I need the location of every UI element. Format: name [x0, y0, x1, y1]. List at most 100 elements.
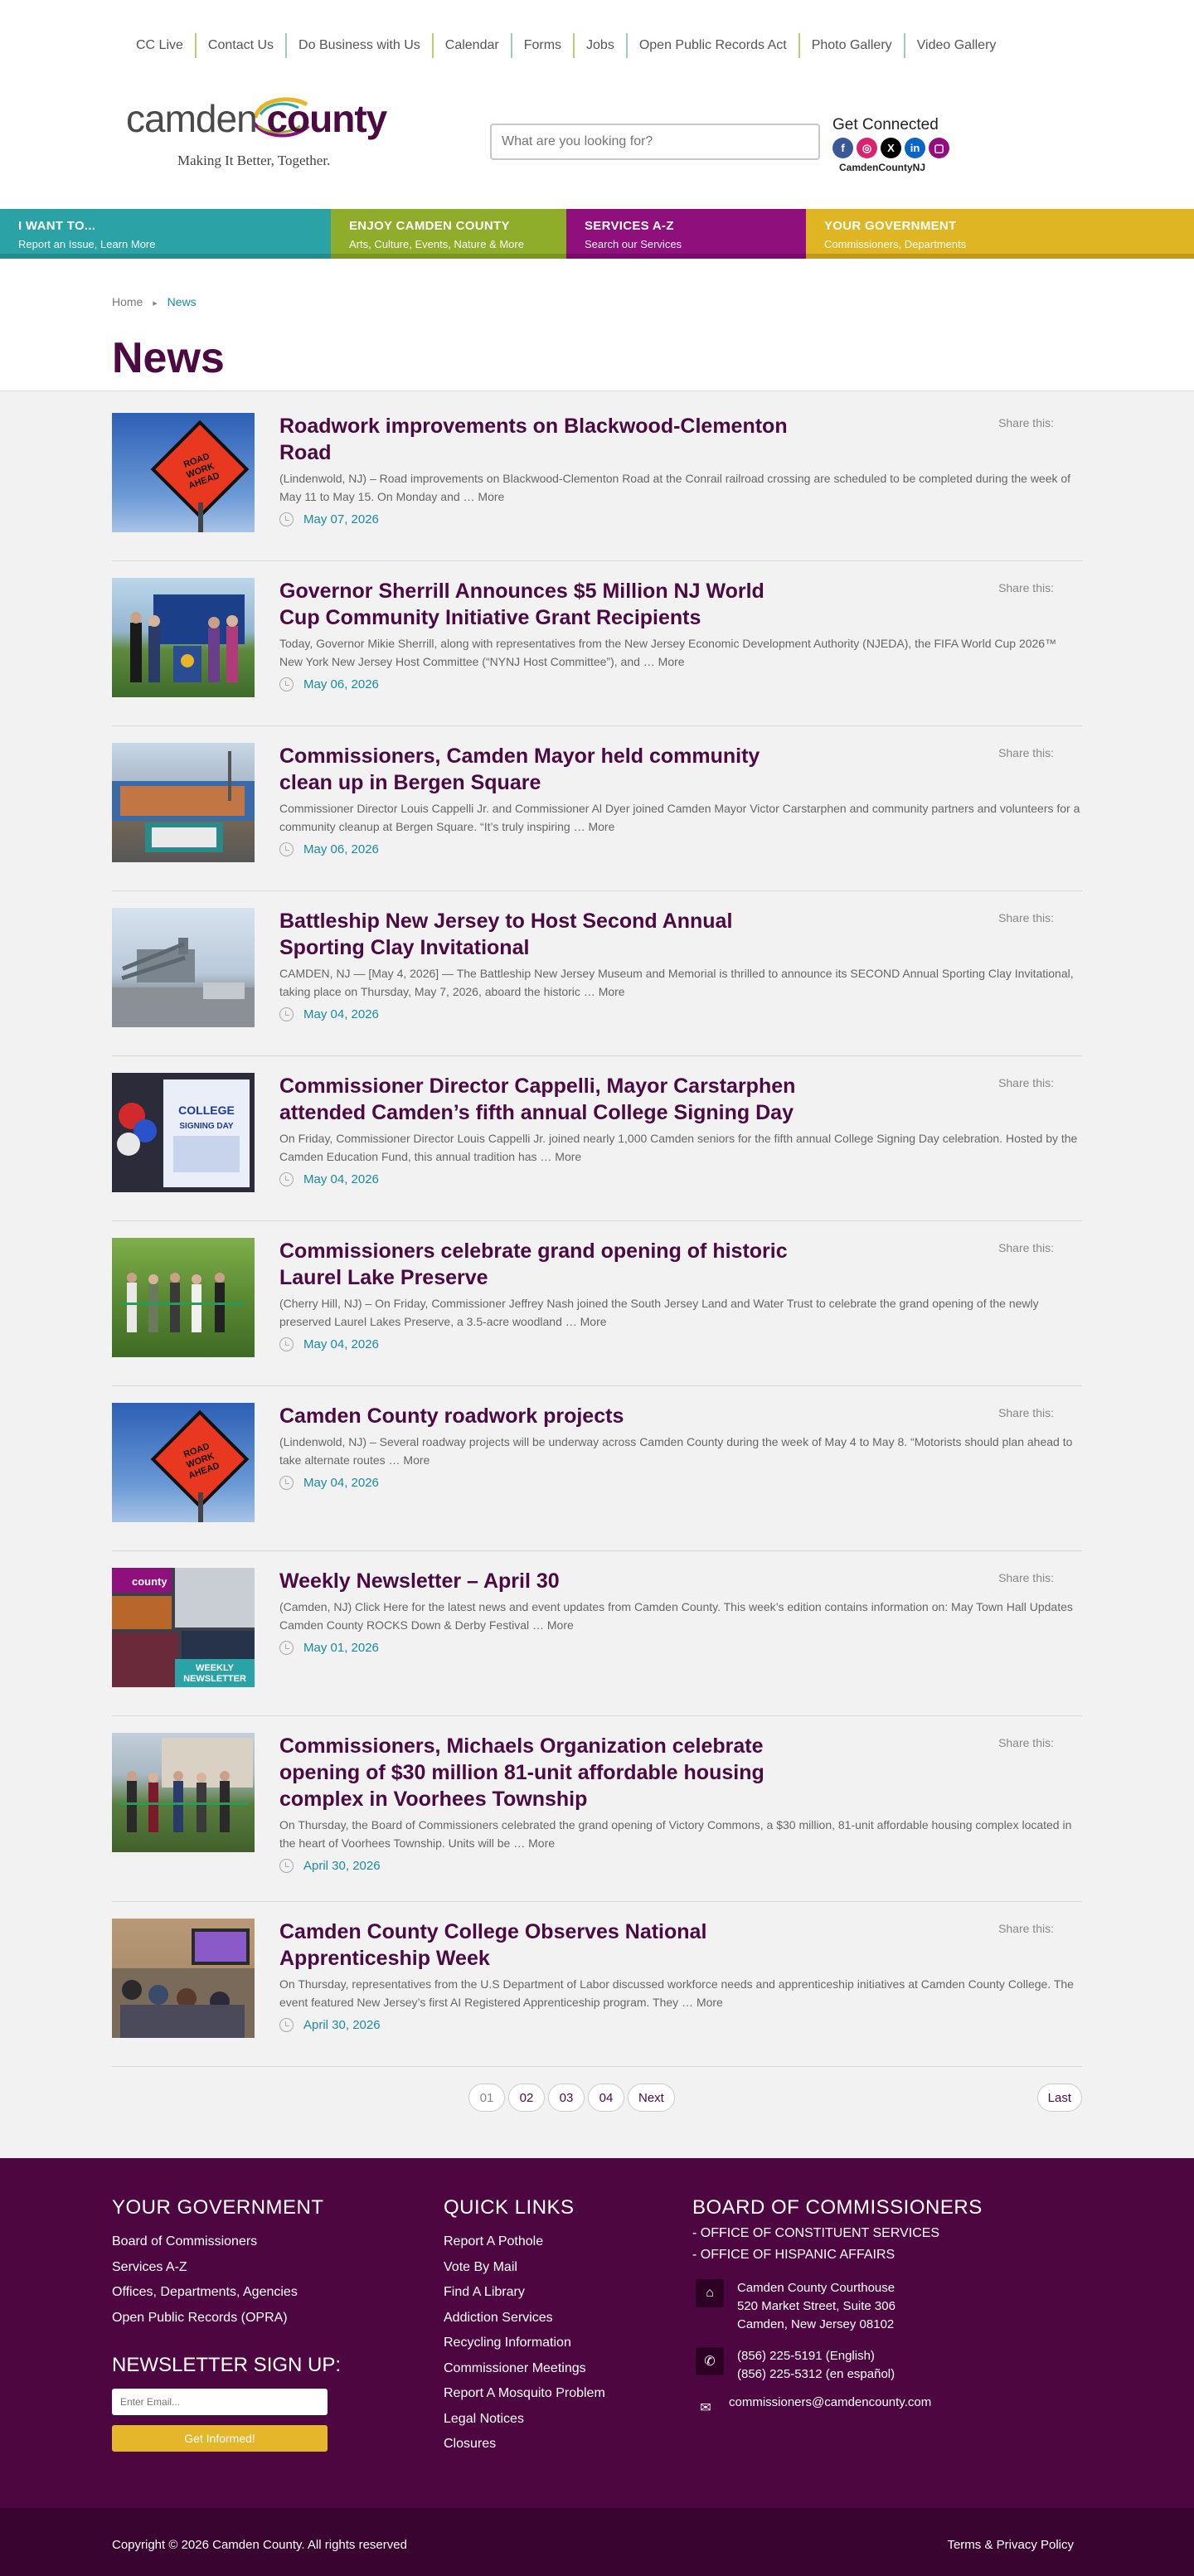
news-thumbnail[interactable]: [112, 1919, 255, 2038]
copyright-text: Copyright © 2026 Camden County. All righ…: [112, 2538, 407, 2552]
nav-enjoy-camden-county[interactable]: ENJOY CAMDEN COUNTY Arts, Culture, Event…: [331, 209, 566, 259]
breadcrumb-home[interactable]: Home: [112, 295, 143, 308]
share-link[interactable]: Share this:: [998, 1736, 1054, 1749]
utility-link-contact-us[interactable]: Contact Us: [197, 33, 288, 58]
news-title[interactable]: Commissioner Director Cappelli, Mayor Ca…: [279, 1075, 795, 1124]
news-excerpt: (Cherry Hill, NJ) – On Friday, Commissio…: [279, 1297, 1039, 1328]
share-link[interactable]: Share this:: [998, 746, 1054, 759]
newsletter-email-input[interactable]: [112, 2389, 328, 2415]
news-thumbnail[interactable]: ROADWORKAHEAD: [112, 1403, 255, 1522]
news-date: May 06, 2026: [303, 842, 379, 856]
utility-link-cc-live[interactable]: CC Live: [124, 33, 197, 58]
news-title[interactable]: Camden County College Observes National …: [279, 1920, 706, 1970]
nav-i-want-to[interactable]: I WANT TO... Report an Issue, Learn More: [0, 209, 331, 259]
footer-heading: QUICK LINKS: [444, 2196, 575, 2219]
news-thumbnail[interactable]: [112, 908, 255, 1027]
news-title[interactable]: Weekly Newsletter – April 30: [279, 1569, 560, 1593]
linkedin-icon[interactable]: in: [905, 138, 925, 158]
footer-link[interactable]: Find A Library: [444, 2285, 525, 2299]
page-link-04[interactable]: 04: [588, 2084, 624, 2112]
news-title[interactable]: Roadwork improvements on Blackwood-Cleme…: [279, 415, 788, 464]
footer-link[interactable]: Report A Pothole: [444, 2234, 543, 2249]
share-link[interactable]: Share this:: [998, 416, 1054, 429]
address-block: ⌂ Camden County Courthouse 520 Market St…: [696, 2279, 983, 2334]
address-line: Camden County Courthouse: [737, 2281, 896, 2295]
share-link[interactable]: Share this:: [998, 1922, 1054, 1935]
email-link[interactable]: commissioners@camdencounty.com: [729, 2394, 931, 2422]
utility-link-do-business[interactable]: Do Business with Us: [287, 33, 434, 58]
page-link-01[interactable]: 01: [468, 2084, 505, 2112]
site-footer: YOUR GOVERNMENT Board of Commissioners S…: [0, 2158, 1194, 2508]
footer-link[interactable]: Closures: [444, 2437, 496, 2451]
nav-title: ENJOY CAMDEN COUNTY: [349, 219, 510, 233]
share-link[interactable]: Share this:: [998, 911, 1054, 924]
utility-link-opra[interactable]: Open Public Records Act: [628, 33, 800, 58]
phone-spanish[interactable]: (856) 225-5312 (en español): [737, 2365, 895, 2384]
nav-services-a-z[interactable]: SERVICES A-Z Search our Services: [566, 209, 806, 259]
facebook-icon[interactable]: f: [832, 138, 853, 158]
nav-your-government[interactable]: YOUR GOVERNMENT Commissioners, Departmen…: [806, 209, 1194, 259]
ribbon-building-image: [119, 1738, 253, 1832]
page-link-03[interactable]: 03: [548, 2084, 585, 2112]
terms-privacy-link[interactable]: Terms & Privacy Policy: [947, 2538, 1074, 2552]
last-page-button[interactable]: Last: [1036, 2084, 1082, 2112]
footer-link[interactable]: Services A-Z: [112, 2260, 187, 2274]
utility-link-video-gallery[interactable]: Video Gallery: [905, 33, 1008, 58]
utility-link-jobs[interactable]: Jobs: [575, 33, 628, 58]
search-input[interactable]: [490, 124, 820, 160]
news-thumbnail[interactable]: [112, 578, 255, 697]
share-link[interactable]: Share this:: [998, 1406, 1054, 1419]
news-title[interactable]: Commissioners, Camden Mayor held communi…: [279, 745, 760, 794]
constituent-services-link[interactable]: - OFFICE OF CONSTITUENT SERVICES: [692, 2226, 939, 2240]
footer-link[interactable]: Open Public Records (OPRA): [112, 2311, 288, 2325]
newsletter-signup: NEWSLETTER SIGN UP: Get Informed!: [112, 2354, 341, 2452]
road-work-sign-image: ROADWORKAHEAD: [150, 420, 250, 532]
news-title[interactable]: Commissioners, Michaels Organization cel…: [279, 1734, 764, 1811]
camden-county-logo[interactable]: camden county Making It Better, Together…: [124, 93, 398, 176]
news-excerpt: On Friday, Commissioner Director Louis C…: [279, 1132, 1078, 1163]
news-title[interactable]: Governor Sherrill Announces $5 Million N…: [279, 580, 764, 629]
news-thumbnail[interactable]: county WEEKLY NEWSLETTER: [112, 1568, 255, 1687]
share-link[interactable]: Share this:: [998, 1076, 1054, 1089]
breadcrumb: Home ▸ News: [112, 295, 1194, 308]
utility-link-photo-gallery[interactable]: Photo Gallery: [800, 33, 905, 58]
podcast-icon[interactable]: ▢: [929, 138, 949, 158]
share-link[interactable]: Share this:: [998, 1241, 1054, 1254]
nav-title: I WANT TO...: [18, 219, 96, 233]
footer-link[interactable]: Vote By Mail: [444, 2260, 517, 2274]
utility-link-forms[interactable]: Forms: [512, 33, 575, 58]
news-thumbnail[interactable]: [112, 1238, 255, 1357]
news-title[interactable]: Battleship New Jersey to Host Second Ann…: [279, 910, 732, 959]
news-excerpt: (Lindenwold, NJ) – Road improvements on …: [279, 472, 1071, 503]
news-thumbnail[interactable]: [112, 743, 255, 862]
share-link[interactable]: Share this:: [998, 581, 1054, 594]
footer-link[interactable]: Offices, Departments, Agencies: [112, 2285, 298, 2299]
news-thumbnail[interactable]: ROADWORKAHEAD: [112, 413, 255, 532]
news-item: Commissioners celebrate grand opening of…: [112, 1238, 1082, 1386]
phone-english[interactable]: (856) 225-5191 (English): [737, 2347, 895, 2365]
page-link-02[interactable]: 02: [508, 2084, 545, 2112]
hispanic-affairs-link[interactable]: - OFFICE OF HISPANIC AFFAIRS: [692, 2248, 895, 2262]
news-title[interactable]: Camden County roadwork projects: [279, 1404, 624, 1428]
footer-link[interactable]: Report A Mosquito Problem: [444, 2386, 605, 2400]
instagram-icon[interactable]: ◎: [857, 138, 877, 158]
x-icon[interactable]: X: [881, 138, 901, 158]
footer-link[interactable]: Commissioner Meetings: [444, 2361, 586, 2375]
main-nav: I WANT TO... Report an Issue, Learn More…: [0, 209, 1194, 259]
news-thumbnail[interactable]: [112, 1733, 255, 1852]
utility-nav: CC Live Contact Us Do Business with Us C…: [124, 33, 1007, 58]
signing-day-image: COLLEGE SIGNING DAY: [117, 1079, 250, 1187]
footer-link[interactable]: Addiction Services: [444, 2311, 553, 2325]
next-page-button[interactable]: Next: [628, 2084, 675, 2112]
share-link[interactable]: Share this:: [998, 1571, 1054, 1584]
news-thumbnail[interactable]: COLLEGE SIGNING DAY: [112, 1073, 255, 1192]
newsletter-submit-button[interactable]: Get Informed!: [112, 2425, 328, 2452]
ribbon-woods-image: [120, 1273, 245, 1332]
news-date: May 04, 2026: [303, 1172, 379, 1186]
chevron-right-icon: ▸: [153, 298, 158, 308]
utility-link-calendar[interactable]: Calendar: [434, 33, 512, 58]
footer-link[interactable]: Board of Commissioners: [112, 2234, 257, 2249]
news-title[interactable]: Commissioners celebrate grand opening of…: [279, 1239, 788, 1289]
footer-link[interactable]: Recycling Information: [444, 2336, 571, 2350]
footer-link[interactable]: Legal Notices: [444, 2412, 524, 2426]
